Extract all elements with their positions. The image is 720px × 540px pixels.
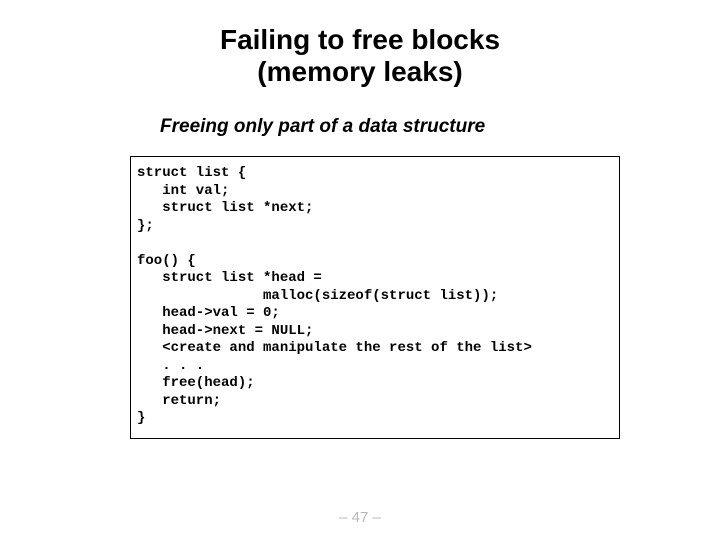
page-number: – 47 – xyxy=(0,509,720,526)
slide-title: Failing to free blocks (memory leaks) xyxy=(0,24,720,88)
title-line-1: Failing to free blocks xyxy=(220,24,500,55)
code-block: struct list { int val; struct list *next… xyxy=(130,156,620,439)
slide-subtitle: Freeing only part of a data structure xyxy=(160,116,720,138)
title-line-2: (memory leaks) xyxy=(257,56,462,87)
